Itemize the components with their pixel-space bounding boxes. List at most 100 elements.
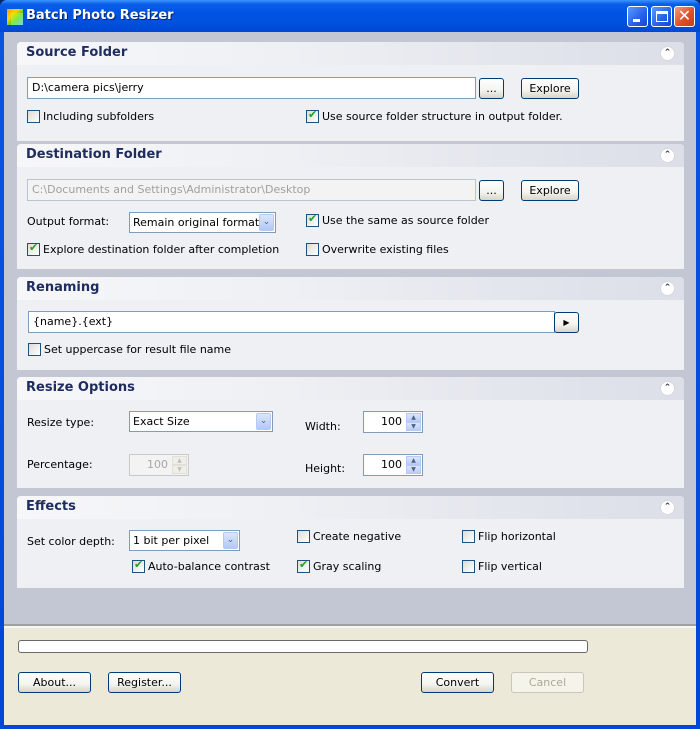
color-depth-label: Set color depth: — [27, 535, 115, 548]
dropdown-icon[interactable]: ⌄ — [256, 413, 271, 430]
spin-up-icon[interactable]: ▲ — [406, 456, 421, 465]
spin-up-icon[interactable]: ▲ — [406, 413, 421, 422]
destination-explore-button[interactable]: Explore — [521, 180, 579, 201]
maximize-button[interactable] — [651, 6, 672, 27]
width-label: Width: — [305, 420, 341, 433]
checkbox-label: Explore destination folder after complet… — [43, 243, 280, 256]
checkbox-box[interactable] — [132, 558, 145, 573]
checkbox-label: Gray scaling — [313, 560, 382, 573]
panel-title: Source Folder — [26, 45, 128, 60]
rename-pattern-input[interactable]: {name}.{ext} — [28, 311, 555, 333]
checkbox-box[interactable] — [27, 241, 40, 256]
percentage-label: Percentage: — [27, 458, 93, 471]
destination-folder-panel: Destination Folder ⌃ C:\Documents and Se… — [17, 144, 684, 269]
height-spinner[interactable]: 100 ▲ ▼ — [363, 454, 423, 476]
checkbox-box[interactable] — [27, 110, 40, 123]
checkbox-box[interactable] — [306, 108, 319, 123]
panel-header[interactable]: Source Folder ⌃ — [17, 42, 684, 65]
collapse-icon[interactable]: ⌃ — [660, 281, 675, 296]
client-area: Source Folder ⌃ D:\camera pics\jerry ...… — [4, 32, 696, 725]
include-subfolders-checkbox[interactable]: Including subfolders — [27, 110, 154, 123]
spin-up-icon[interactable]: ▲ — [172, 456, 187, 465]
checkbox-label: Use the same as source folder — [322, 214, 489, 227]
title-bar[interactable]: Batch Photo Resizer ✕ — [0, 0, 700, 32]
collapse-icon[interactable]: ⌃ — [660, 148, 675, 163]
color-depth-select[interactable]: 1 bit per pixel ⌄ — [129, 530, 240, 551]
source-path-input[interactable]: D:\camera pics\jerry — [27, 77, 476, 99]
height-label: Height: — [305, 462, 346, 475]
panel-header[interactable]: Effects ⌃ — [17, 496, 684, 519]
flip-horizontal-checkbox[interactable]: Flip horizontal — [462, 530, 556, 543]
selected-value: 1 bit per pixel — [133, 534, 210, 547]
uppercase-checkbox[interactable]: Set uppercase for result file name — [28, 343, 231, 356]
convert-button[interactable]: Convert — [421, 672, 494, 693]
checkbox-box[interactable] — [297, 530, 310, 543]
panel-title: Destination Folder — [26, 147, 162, 162]
collapse-icon[interactable]: ⌃ — [660, 46, 675, 61]
about-button[interactable]: About... — [18, 672, 91, 693]
checkbox-label: Including subfolders — [43, 110, 155, 123]
checkbox-box[interactable] — [306, 243, 319, 256]
source-browse-button[interactable]: ... — [479, 78, 504, 99]
panel-title: Effects — [26, 499, 76, 514]
spinner-value: 100 — [381, 458, 402, 471]
effects-panel: Effects ⌃ Set color depth: 1 bit per pix… — [17, 496, 684, 588]
spinner-value: 100 — [147, 458, 168, 471]
checkbox-label: Flip horizontal — [478, 530, 556, 543]
source-explore-button[interactable]: Explore — [521, 78, 579, 99]
checkbox-label: Auto-balance contrast — [148, 560, 270, 573]
gray-scaling-checkbox[interactable]: Gray scaling — [297, 558, 382, 573]
dropdown-icon[interactable]: ⌄ — [259, 214, 274, 231]
spin-down-icon[interactable]: ▼ — [406, 465, 421, 474]
width-spinner[interactable]: 100 ▲ ▼ — [363, 411, 423, 433]
use-source-structure-checkbox[interactable]: Use source folder structure in output fo… — [306, 108, 563, 123]
maximize-icon — [656, 11, 668, 22]
panel-title: Renaming — [26, 280, 100, 295]
window-title: Batch Photo Resizer — [26, 8, 174, 23]
renaming-panel: Renaming ⌃ {name}.{ext} ▶ Set uppercase … — [17, 277, 684, 370]
selected-value: Exact Size — [133, 415, 190, 428]
output-format-label: Output format: — [27, 215, 110, 228]
spin-down-icon[interactable]: ▼ — [406, 422, 421, 431]
checkbox-label: Set uppercase for result file name — [44, 343, 232, 356]
checkbox-box[interactable] — [297, 558, 310, 573]
checkbox-box[interactable] — [306, 212, 319, 227]
checkbox-label: Create negative — [313, 530, 402, 543]
checkbox-box[interactable] — [462, 530, 475, 543]
minimize-button[interactable] — [627, 6, 648, 27]
output-format-select[interactable]: Remain original format ⌄ — [129, 212, 276, 233]
panel-header[interactable]: Destination Folder ⌃ — [17, 144, 684, 167]
panel-title: Resize Options — [26, 380, 135, 395]
flip-vertical-checkbox[interactable]: Flip vertical — [462, 560, 542, 573]
percentage-spinner[interactable]: 100 ▲ ▼ — [129, 454, 189, 476]
resize-type-label: Resize type: — [27, 416, 95, 429]
auto-balance-checkbox[interactable]: Auto-balance contrast — [132, 558, 270, 573]
collapse-icon[interactable]: ⌃ — [660, 500, 675, 515]
explore-after-checkbox[interactable]: Explore destination folder after complet… — [27, 241, 280, 256]
collapse-icon[interactable]: ⌃ — [660, 381, 675, 396]
resize-type-select[interactable]: Exact Size ⌄ — [129, 411, 273, 432]
checkbox-box[interactable] — [462, 560, 475, 573]
checkbox-label: Overwrite existing files — [322, 243, 449, 256]
app-window: Batch Photo Resizer ✕ Source Folder ⌃ D:… — [0, 0, 700, 729]
footer-area: About... Register... Convert Cancel — [4, 624, 696, 725]
close-button[interactable]: ✕ — [674, 6, 695, 27]
source-folder-panel: Source Folder ⌃ D:\camera pics\jerry ...… — [17, 42, 684, 141]
checkbox-label: Flip vertical — [478, 560, 542, 573]
create-negative-checkbox[interactable]: Create negative — [297, 530, 401, 543]
panel-header[interactable]: Renaming ⌃ — [17, 277, 684, 300]
checkbox-box[interactable] — [28, 343, 41, 356]
same-as-source-checkbox[interactable]: Use the same as source folder — [306, 212, 489, 227]
progress-bar — [18, 640, 588, 653]
cancel-button[interactable]: Cancel — [511, 672, 584, 693]
destination-path-input[interactable]: C:\Documents and Settings\Administrator\… — [27, 179, 476, 201]
selected-value: Remain original format — [133, 216, 260, 229]
spin-down-icon[interactable]: ▼ — [172, 465, 187, 474]
overwrite-checkbox[interactable]: Overwrite existing files — [306, 243, 449, 256]
spinner-value: 100 — [381, 415, 402, 428]
insert-tag-button[interactable]: ▶ — [554, 312, 579, 333]
dropdown-icon[interactable]: ⌄ — [223, 532, 238, 549]
register-button[interactable]: Register... — [108, 672, 181, 693]
destination-browse-button[interactable]: ... — [479, 180, 504, 201]
panel-header[interactable]: Resize Options ⌃ — [17, 377, 684, 400]
